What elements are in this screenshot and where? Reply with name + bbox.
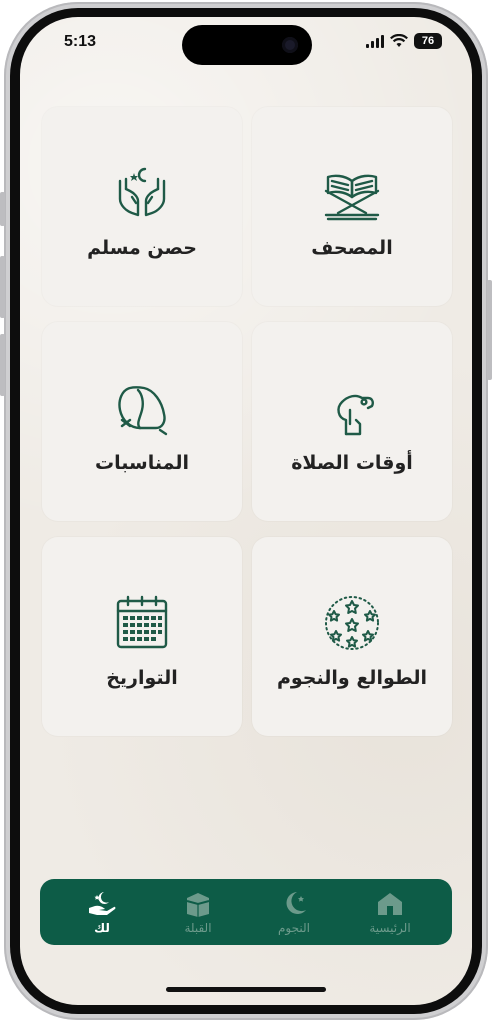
home-icon bbox=[378, 892, 402, 915]
power-button bbox=[487, 280, 492, 380]
tab-label: النجوم bbox=[278, 920, 310, 935]
hand-moon-icon bbox=[89, 891, 116, 915]
tab-qibla[interactable]: القبلة bbox=[158, 890, 238, 935]
moon-star-icon bbox=[286, 891, 306, 914]
card-label: المناسبات bbox=[95, 451, 189, 474]
tab-for-you[interactable]: لك bbox=[62, 890, 142, 935]
praying-hands-icon bbox=[118, 167, 166, 216]
home-indicator[interactable] bbox=[166, 987, 326, 992]
volume-up-button bbox=[0, 256, 5, 318]
kaaba-icon bbox=[186, 892, 210, 917]
dynamic-island bbox=[182, 25, 312, 65]
card-label: أوقات الصلاة bbox=[291, 451, 413, 474]
card-label: الطوالع والنجوم bbox=[276, 666, 428, 689]
wifi-icon bbox=[390, 34, 408, 47]
stars-icon bbox=[325, 595, 379, 650]
battery-icon: 76 bbox=[414, 33, 442, 49]
prayer-times-icon bbox=[337, 394, 374, 435]
camera-icon bbox=[282, 37, 298, 53]
quran-stand-icon bbox=[324, 174, 380, 220]
card-stars[interactable]: الطوالع والنجوم bbox=[252, 537, 452, 736]
tab-label: لك bbox=[94, 920, 110, 935]
card-label: حصن مسلم bbox=[87, 236, 197, 259]
tab-stars[interactable]: النجوم bbox=[254, 890, 334, 935]
tab-label: الرئيسية bbox=[369, 920, 411, 935]
card-label: المصحف bbox=[311, 236, 393, 259]
card-hisn-muslim[interactable]: حصن مسلم bbox=[42, 107, 242, 306]
bottom-tab-bar: الرئيسية النجوم القبلة لك bbox=[40, 879, 452, 945]
tab-label: القبلة bbox=[184, 920, 212, 935]
card-prayer-times[interactable]: أوقات الصلاة bbox=[252, 322, 452, 521]
action-button bbox=[0, 192, 5, 226]
card-occasions[interactable]: المناسبات bbox=[42, 322, 242, 521]
volume-down-button bbox=[0, 334, 5, 396]
calendar-icon bbox=[116, 595, 168, 648]
signal-icon bbox=[366, 34, 384, 48]
occasions-icon bbox=[118, 385, 168, 435]
screen: 5:13 76 المصحف حصن مسلم أوقات الصلاة الم… bbox=[20, 17, 472, 1005]
tab-home[interactable]: الرئيسية bbox=[350, 890, 430, 935]
card-mushaf[interactable]: المصحف bbox=[252, 107, 452, 306]
status-icons: 76 bbox=[366, 33, 442, 49]
status-time: 5:13 bbox=[64, 33, 97, 50]
card-dates[interactable]: التواريخ bbox=[42, 537, 242, 736]
card-label: التواريخ bbox=[106, 666, 178, 689]
feature-grid: المصحف حصن مسلم أوقات الصلاة المناسبات ا… bbox=[40, 107, 452, 736]
